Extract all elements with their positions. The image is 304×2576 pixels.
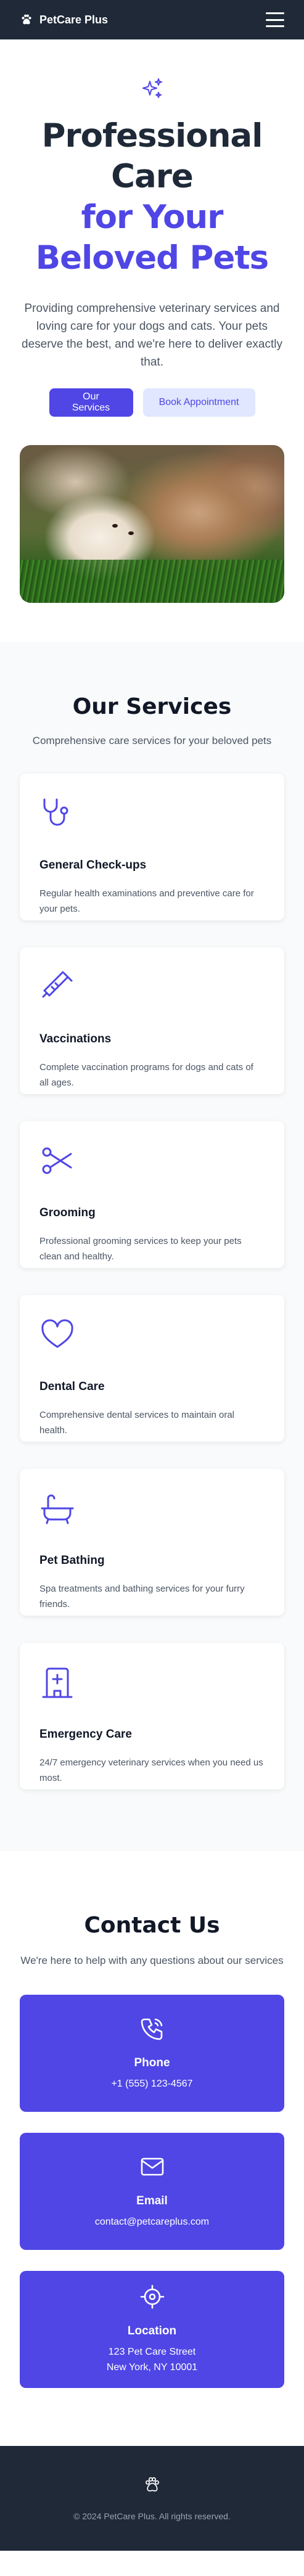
service-description: Complete vaccination programs for dogs a…: [39, 1062, 253, 1088]
paw-icon: [145, 2477, 159, 2492]
service-card[interactable]: Dental Care Comprehensive dental service…: [20, 1295, 284, 1442]
footer-copyright: © 2024 PetCare Plus. All rights reserved…: [73, 2511, 231, 2521]
service-card[interactable]: Pet Bathing Spa treatments and bathing s…: [20, 1469, 284, 1616]
bathtub-icon: [41, 1494, 74, 1524]
grass-texture: [20, 560, 284, 603]
hero-description: Providing comprehensive veterinary servi…: [22, 302, 282, 369]
hero-pet-photo: [20, 445, 284, 603]
service-title: Vaccinations: [39, 1032, 112, 1045]
service-card[interactable]: Emergency Care 24/7 emergency veterinary…: [20, 1643, 284, 1789]
phone-icon: [141, 2018, 162, 2040]
footer: © 2024 PetCare Plus. All rights reserved…: [0, 2446, 304, 2551]
services-subtitle: Comprehensive care services for your bel…: [32, 735, 272, 746]
service-title: Grooming: [39, 1206, 96, 1219]
contact-list: Phone +1 (555) 123-4567 Email contact@pe…: [20, 1995, 284, 2388]
service-description: 24/7 emergency veterinary services when …: [39, 1757, 263, 1783]
sparkles-icon: [142, 78, 162, 98]
service-title: General Check-ups: [39, 859, 147, 872]
service-description: Professional grooming services to keep y…: [39, 1236, 242, 1262]
contact-subtitle: We're here to help with any questions ab…: [20, 1955, 284, 1966]
heart-icon: [41, 1319, 73, 1348]
contact-phone-number[interactable]: +1 (555) 123-4567: [111, 2076, 192, 2091]
contact-address-line2: New York, NY 10001: [106, 2362, 198, 2373]
services-title: Our Services: [72, 694, 232, 719]
service-title: Pet Bathing: [39, 1554, 105, 1567]
dog-eye: [112, 524, 118, 528]
contact-address-line1: 123 Pet Care Street: [108, 2347, 196, 2357]
book-appointment-button[interactable]: Book Appointment: [142, 388, 255, 417]
contact-card-phone[interactable]: Phone +1 (555) 123-4567: [20, 1995, 284, 2112]
service-title: Dental Care: [39, 1380, 105, 1393]
contact-section: Contact Us We're here to help with any q…: [0, 1851, 304, 2446]
hero-title-line2: Care: [111, 158, 194, 195]
service-description: Comprehensive dental services to maintai…: [39, 1410, 234, 1436]
brand[interactable]: PetCare Plus: [20, 13, 108, 27]
services-section: Our Services Comprehensive care services…: [0, 642, 304, 1851]
paw-icon: [22, 14, 31, 25]
hero-title: Professional Care for Your Beloved Pets: [20, 116, 284, 279]
contact-email-address[interactable]: contact@petcareplus.com: [95, 2214, 209, 2230]
scissors-icon: [42, 1147, 72, 1174]
service-card[interactable]: Grooming Professional grooming services …: [20, 1121, 284, 1268]
hero-title-accent-line1: for Your: [81, 198, 224, 236]
service-title: Emergency Care: [39, 1728, 132, 1741]
location-icon: [140, 2284, 164, 2309]
stethoscope-icon: [43, 798, 68, 826]
service-card[interactable]: General Check-ups Regular health examina…: [20, 774, 284, 920]
contact-card-title: Phone: [134, 2056, 170, 2069]
contact-card-title: Location: [127, 2325, 177, 2337]
hero-section: Professional Care for Your Beloved Pets …: [0, 39, 304, 642]
contact-address: 123 Pet Care Street New York, NY 10001: [107, 2344, 197, 2375]
hospital-icon: [42, 1667, 73, 1698]
hero-title-accent-line2: Beloved Pets: [35, 239, 269, 277]
hero-title-line1: Professional: [41, 117, 263, 155]
contact-title: Contact Us: [84, 1913, 220, 1938]
hamburger-menu-icon[interactable]: [266, 12, 284, 27]
contact-card-email[interactable]: Email contact@petcareplus.com: [20, 2133, 284, 2250]
service-description: Regular health examinations and preventi…: [39, 888, 254, 914]
brand-name: PetCare Plus: [39, 13, 109, 26]
syringe-icon: [42, 971, 73, 998]
contact-card-title: Email: [136, 2194, 168, 2207]
top-navbar: PetCare Plus: [0, 0, 304, 39]
dog-eye: [128, 531, 134, 535]
mail-icon: [141, 2157, 163, 2175]
contact-card-location[interactable]: Location 123 Pet Care Street New York, N…: [20, 2271, 284, 2388]
service-description: Spa treatments and bathing services for …: [39, 1584, 245, 1609]
services-list: General Check-ups Regular health examina…: [20, 774, 284, 1789]
service-card[interactable]: Vaccinations Complete vaccination progra…: [20, 947, 284, 1094]
our-services-button[interactable]: Our Services: [49, 388, 133, 417]
hero-actions: Our Services Book Appointment: [20, 388, 284, 417]
